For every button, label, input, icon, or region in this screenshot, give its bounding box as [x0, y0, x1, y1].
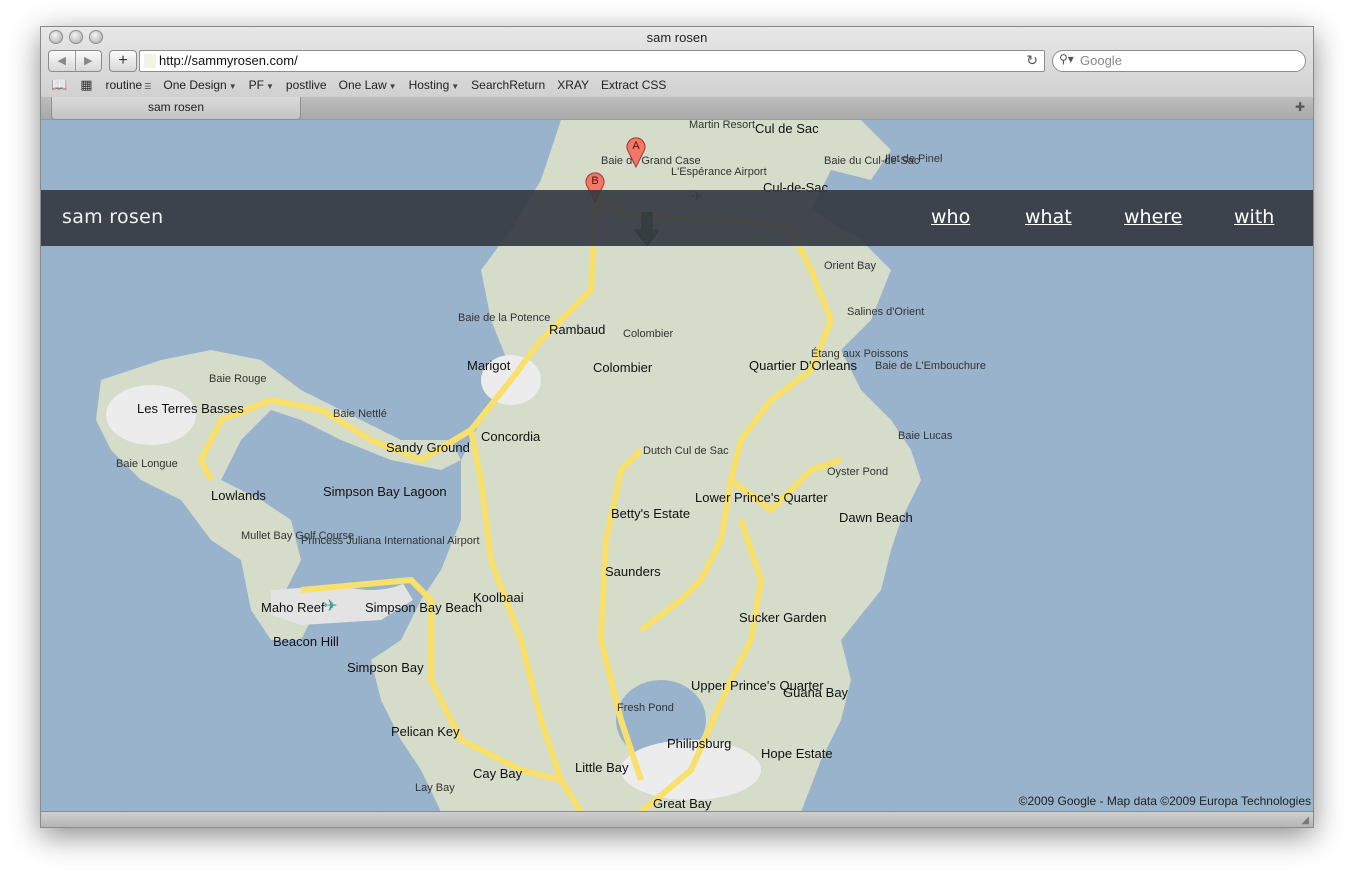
map-label: Sandy Ground: [386, 440, 470, 455]
map-label: Lowlands: [211, 488, 266, 503]
map-label: Simpson Bay Lagoon: [323, 484, 447, 499]
bookmark-one-law[interactable]: One Law ▼: [339, 78, 397, 92]
map-label: Cay Bay: [473, 766, 523, 781]
bookmark-extract-css[interactable]: Extract CSS: [601, 78, 666, 92]
airport-icon: ✈: [324, 598, 338, 615]
tab-sam-rosen[interactable]: sam rosen: [51, 97, 301, 120]
bookmark-hosting[interactable]: Hosting ▼: [409, 78, 460, 92]
search-field[interactable]: ⚲▾ Google: [1052, 50, 1306, 72]
search-placeholder: Google: [1080, 53, 1122, 68]
map-label: Rambaud: [549, 322, 606, 337]
map-label: Pelican Key: [391, 724, 460, 739]
map-label: Colombier: [593, 360, 653, 375]
map-label: Guana Bay: [783, 685, 849, 700]
map-label: Betty's Estate: [611, 506, 691, 521]
map-copyright[interactable]: ©2009 Google - Map data ©2009 Europa Tec…: [1019, 794, 1311, 808]
map-label: L'Espérance Airport: [671, 166, 767, 178]
map-label: Simpson Bay: [347, 660, 424, 675]
map-label: Orient Bay: [824, 260, 876, 272]
new-tab-icon[interactable]: ✚: [1295, 100, 1305, 114]
resize-grip-icon[interactable]: ◢: [1301, 815, 1309, 826]
history-nav: ◀ ▶: [48, 50, 102, 72]
reload-icon[interactable]: ↻: [1026, 52, 1038, 69]
site-brand[interactable]: sam rosen: [62, 206, 163, 228]
status-bar: ◢: [41, 811, 1313, 827]
nav-what[interactable]: what: [1025, 206, 1072, 228]
bookmark-one-design[interactable]: One Design ▼: [163, 78, 236, 92]
map-label: Princess Juliana International Airport: [301, 535, 480, 547]
map-label: Ilet de Pinel: [885, 153, 943, 165]
bookmark-xray[interactable]: XRAY: [557, 78, 589, 92]
map-label: Baie Rouge: [209, 373, 267, 385]
map-marker-a[interactable]: A: [625, 134, 647, 168]
map-label: Colombier: [623, 328, 674, 340]
nav-who[interactable]: who: [931, 206, 970, 228]
map-label: Cul de Sac: [755, 121, 819, 136]
bookmark-pf[interactable]: PF ▼: [249, 78, 274, 92]
map-label: Dutch Cul de Sac: [643, 445, 729, 457]
map-label: Oyster Pond: [827, 466, 889, 478]
map-label: Saunders: [605, 564, 661, 579]
map-label: Little Bay: [575, 760, 629, 775]
browser-window: sam rosen ◀ ▶ + http://sammyrosen.com/ ↻…: [40, 26, 1314, 828]
map-label: Beacon Hill: [273, 634, 339, 649]
window-title: sam rosen: [646, 30, 708, 45]
bookmark-routine[interactable]: routine ☰: [105, 78, 151, 92]
bookmarks-bar: 📖 ▦ routine ☰ One Design ▼ PF ▼ postlive On…: [51, 77, 678, 93]
address-bar[interactable]: http://sammyrosen.com/ ↻: [139, 50, 1045, 72]
map-label: Philipsburg: [667, 736, 732, 751]
map-label: Lay Bay: [415, 782, 455, 794]
forward-arrow-icon[interactable]: ▶: [76, 51, 102, 71]
grid-icon[interactable]: ▦: [80, 77, 92, 93]
search-icon[interactable]: ⚲▾: [1059, 52, 1074, 66]
map-label: Baie Lucas: [898, 430, 953, 442]
map-label: Étang aux Poissons: [811, 348, 909, 360]
map-label: Marigot: [467, 358, 511, 373]
marker-b-label: B: [591, 175, 598, 187]
map-label: Simpson Bay Beach: [365, 600, 483, 615]
bookmark-postlive[interactable]: postlive: [286, 78, 327, 92]
nav-with[interactable]: with: [1234, 206, 1274, 228]
add-bookmark-button[interactable]: +: [109, 50, 137, 72]
nav-where[interactable]: where: [1124, 206, 1182, 228]
bookmark-searchreturn[interactable]: SearchReturn: [471, 78, 545, 92]
map-label: Baie de L'Embouchure: [875, 360, 986, 372]
map-label: Concordia: [481, 429, 541, 444]
map-label: Fresh Pond: [617, 702, 674, 714]
tab-bar: sam rosen ✚: [41, 97, 1313, 120]
map-label: Salines d'Orient: [847, 306, 925, 318]
map-label: Baie de la Potence: [458, 312, 551, 324]
map-viewport[interactable]: Martin Resort Cul de Sac Baie de Grand C…: [41, 120, 1313, 812]
address-url[interactable]: http://sammyrosen.com/: [159, 53, 298, 68]
map-label: Baie Longue: [116, 458, 178, 470]
map-label: Great Bay: [653, 796, 712, 811]
site-header: sam rosen who what where with: [41, 190, 1313, 246]
map-label: Les Terres Basses: [137, 401, 244, 416]
map-label: Maho Reef: [261, 600, 325, 615]
favicon-icon: [144, 54, 156, 68]
back-arrow-icon[interactable]: ◀: [49, 51, 76, 71]
map-label: Quartier D'Orleans: [749, 358, 857, 373]
book-icon[interactable]: 📖: [51, 77, 67, 93]
map-label: Lower Prince's Quarter: [695, 490, 828, 505]
map-label: Dawn Beach: [839, 510, 913, 525]
browser-toolbar: sam rosen ◀ ▶ + http://sammyrosen.com/ ↻…: [41, 27, 1313, 120]
map-label: Sucker Garden: [739, 610, 827, 625]
marker-a-label: A: [632, 140, 640, 152]
map-label: Hope Estate: [761, 746, 833, 761]
map-label: Martin Resort: [689, 120, 756, 131]
map-label: Baie Nettlé: [333, 408, 387, 420]
